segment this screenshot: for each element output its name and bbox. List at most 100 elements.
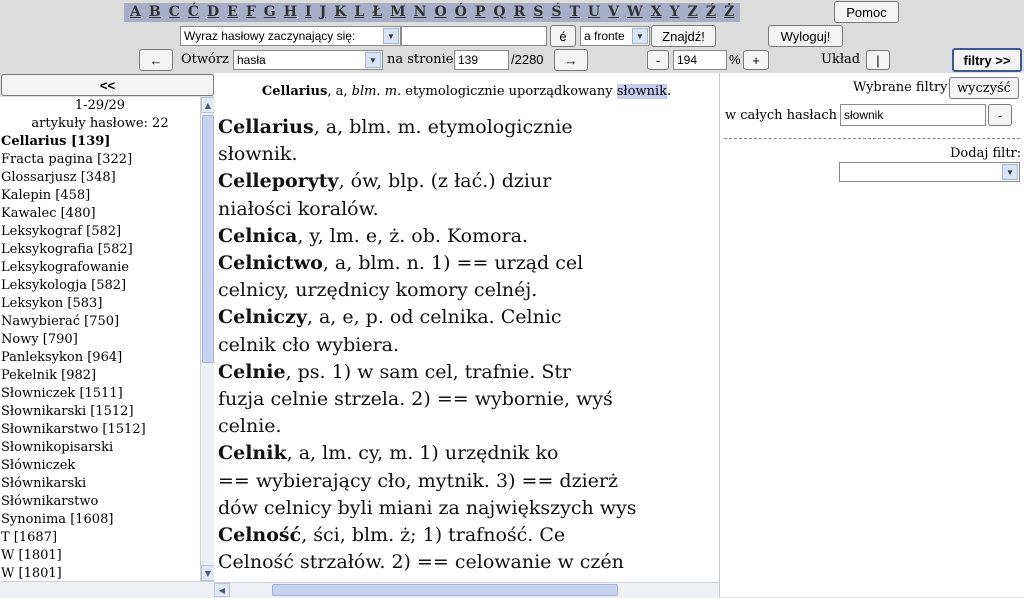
scan-line: == wybierający cło, mytnik. 3) == dzierż	[218, 469, 619, 492]
headword-item[interactable]: Słównikarski	[0, 475, 200, 493]
zoom-input[interactable]: 194	[673, 50, 727, 70]
headword-item[interactable]: Pekelnik [982]	[0, 367, 200, 385]
letter-link[interactable]: V	[604, 3, 623, 22]
help-button[interactable]: Pomoc	[834, 1, 899, 23]
scroll-thumb[interactable]	[202, 115, 214, 363]
headword-item[interactable]: Nowy [790]	[0, 331, 200, 349]
collapse-left-button[interactable]: <<	[1, 74, 214, 96]
zoom-in-button[interactable]: +	[743, 50, 769, 70]
letter-link[interactable]: M	[386, 3, 410, 22]
scroll-up-icon[interactable]: ▲	[201, 97, 215, 113]
headword-item[interactable]: Słownikarski [1512]	[0, 403, 200, 421]
headword-item[interactable]: Słownikopisarski	[0, 439, 200, 457]
letter-link[interactable]: U	[584, 3, 604, 22]
open-target-select[interactable]: hasła ▼	[233, 50, 383, 70]
headword-item[interactable]: Glossarjusz [348]	[0, 169, 200, 187]
letter-link[interactable]: Q	[489, 3, 509, 22]
letter-link[interactable]: Ć	[184, 3, 203, 22]
scan-headword: Cellarius	[218, 116, 314, 138]
chevron-down-icon: ▼	[383, 28, 399, 44]
headword-item[interactable]: Słowniczek [1511]	[0, 385, 200, 403]
filters-button[interactable]: filtry >>	[952, 48, 1022, 72]
back-button[interactable]: ←	[139, 49, 173, 71]
letter-link[interactable]: Ź	[702, 3, 720, 22]
letter-link[interactable]: T	[565, 3, 583, 22]
match-mode-select[interactable]: a fronte ▼	[580, 26, 650, 46]
special-char-button[interactable]: é	[550, 25, 576, 47]
letter-link[interactable]: Ś	[547, 3, 565, 22]
search-mode-value: Wyraz hasłowy zaczynający się:	[184, 29, 356, 43]
scan-line: Celniczy, a, e, p. od celnika. Celnic	[218, 306, 562, 328]
letter-link[interactable]: Ó	[451, 3, 471, 22]
scan-text: , a, e, p. od celnika. Celnic	[306, 306, 562, 329]
headword-item[interactable]: Słówniczek	[0, 457, 200, 475]
letter-link[interactable]: R	[510, 3, 530, 22]
letter-link[interactable]: O	[430, 3, 450, 22]
chevron-down-icon: ▼	[365, 52, 381, 68]
left-scrollbar[interactable]: ▲ ▼	[200, 97, 215, 581]
search-mode-select[interactable]: Wyraz hasłowy zaczynający się: ▼	[180, 26, 401, 46]
headword-item[interactable]: Słownikarstwo [1512]	[0, 421, 200, 439]
headword-item[interactable]: Leksykografia [582]	[0, 241, 200, 259]
letter-link[interactable]: Ł	[368, 3, 386, 22]
headword-item[interactable]: Cellarius [139]	[0, 133, 200, 151]
entry-header: Cellarius, a, blm. m. etymologicznie upo…	[214, 73, 719, 110]
clear-filters-button[interactable]: wyczyść	[949, 77, 1019, 99]
scroll-down-icon[interactable]: ▼	[201, 565, 215, 581]
headword-item[interactable]: Leksykologja [582]	[0, 277, 200, 295]
headword-item[interactable]: W [1801]	[0, 547, 200, 565]
headword-item[interactable]: Kawalec [480]	[0, 205, 200, 223]
logout-button[interactable]: Wyloguj!	[768, 25, 843, 47]
scroll-left-icon[interactable]: ◀	[214, 583, 230, 597]
search-input[interactable]	[401, 26, 547, 46]
letter-link[interactable]: J	[316, 3, 331, 22]
scan-hscroll[interactable]: ◀	[214, 582, 719, 598]
filter-scope-label: w całych hasłach	[725, 108, 838, 123]
alphabet-strip: ABCĆDEFGHIJKLŁMNOÓPQRSŚTUVWXYZŹŻ	[124, 3, 741, 22]
letter-link[interactable]: I	[301, 3, 316, 22]
letter-link[interactable]: E	[223, 3, 242, 22]
zoom-out-button[interactable]: -	[647, 50, 669, 70]
headword-item[interactable]: Fracta pagina [322]	[0, 151, 200, 169]
layout-toggle-button[interactable]: |	[866, 50, 890, 70]
headword-item[interactable]: T [1687]	[0, 529, 200, 547]
letter-link[interactable]: F	[242, 3, 260, 22]
headword-item[interactable]: Leksykograf [582]	[0, 223, 200, 241]
headword-item[interactable]: Leksykografowanie	[0, 259, 200, 277]
letter-link[interactable]: L	[350, 3, 368, 22]
find-button[interactable]: Znajdź!	[651, 25, 716, 47]
letter-link[interactable]: Y	[666, 3, 684, 22]
forward-button[interactable]: →	[554, 49, 588, 71]
scan-scroll-thumb[interactable]	[272, 584, 618, 596]
dictionary-scan: Cellarius, a, blm. m. etymologicznie słow…	[214, 110, 719, 582]
letter-link[interactable]: W	[623, 3, 647, 22]
letter-link[interactable]: G	[260, 3, 280, 22]
letter-link[interactable]: C	[165, 3, 184, 22]
letter-link[interactable]: D	[203, 3, 223, 22]
letter-link[interactable]: B	[145, 3, 165, 22]
scan-text: , a, blm. m. etymologicznie	[313, 116, 573, 138]
scan-line: celnie.	[218, 415, 282, 438]
match-mode-value: a fronte	[584, 29, 625, 43]
letter-link[interactable]: Ż	[720, 3, 738, 22]
letter-link[interactable]: S	[529, 3, 547, 22]
headword-item[interactable]: Nawybierać [750]	[0, 313, 200, 331]
letter-link[interactable]: A	[126, 3, 145, 22]
filter-value-input[interactable]: słownik	[840, 104, 986, 126]
remove-filter-button[interactable]: -	[988, 104, 1012, 126]
headword-item[interactable]: Panleksykon [964]	[0, 349, 200, 367]
headword-item[interactable]: Słównikarstwo	[0, 493, 200, 511]
letter-link[interactable]: K	[330, 3, 350, 22]
headword-item[interactable]: Synonima [1608]	[0, 511, 200, 529]
left-hscroll[interactable]	[0, 581, 214, 598]
letter-link[interactable]: N	[410, 3, 431, 22]
add-filter-select[interactable]: ▼	[839, 162, 1020, 182]
headword-item[interactable]: Leksykon [583]	[0, 295, 200, 313]
headword-item[interactable]: Kalepin [458]	[0, 187, 200, 205]
page-number-input[interactable]: 139	[454, 50, 509, 70]
letter-link[interactable]: P	[471, 3, 490, 22]
page-total: /2280	[511, 52, 544, 67]
letter-link[interactable]: X	[647, 3, 666, 22]
letter-link[interactable]: Z	[684, 3, 702, 22]
letter-link[interactable]: H	[280, 3, 301, 22]
